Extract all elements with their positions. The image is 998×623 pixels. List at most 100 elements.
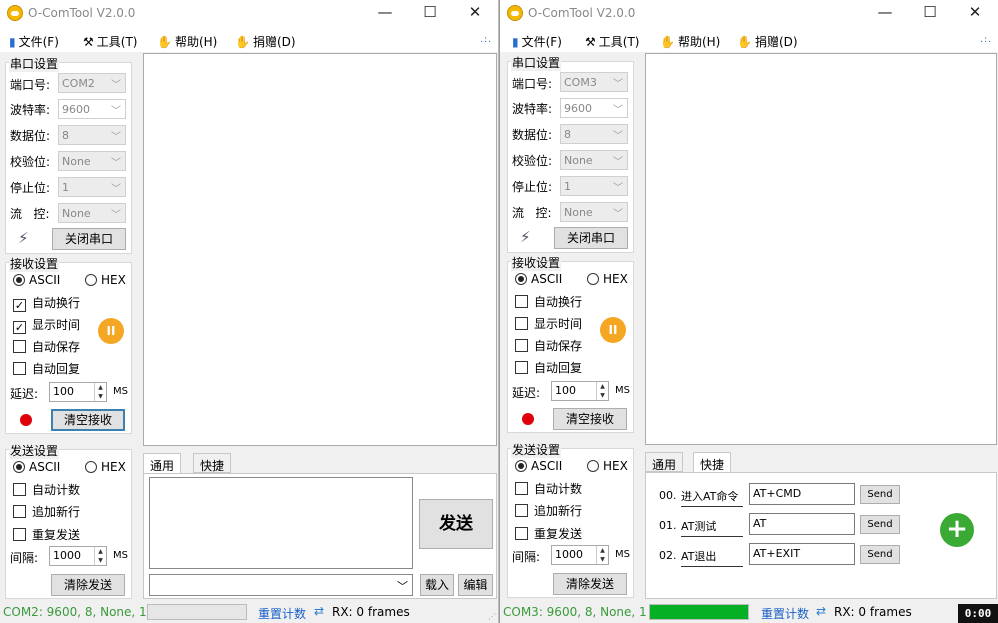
baud-select[interactable]: 9600 ﹀ xyxy=(560,98,628,118)
port-select[interactable]: COM3 ﹀ xyxy=(560,72,628,92)
quick-cmd-input[interactable]: AT xyxy=(749,513,855,535)
menu-help[interactable]: ✋ 帮助(H) xyxy=(157,33,217,50)
send-ascii-radio[interactable]: ASCII xyxy=(13,460,60,474)
tab-general[interactable]: 通用 xyxy=(645,452,684,472)
clear-send-button[interactable]: 清除发送 xyxy=(51,574,125,596)
send-hex-radio[interactable]: HEX xyxy=(85,460,126,474)
group-title: 串口设置 xyxy=(511,54,562,71)
parity-label: 校验位: xyxy=(512,154,553,168)
title-bar: O-ComTool V2.0.0 — ☐ ✕ xyxy=(500,0,998,26)
chevron-down-icon: ﹀ xyxy=(613,131,623,142)
recv-ascii-radio[interactable]: ASCII xyxy=(515,272,562,286)
menu-donate[interactable]: ✋ 捐赠(D) xyxy=(737,33,798,50)
port-select[interactable]: COM2 ﹀ xyxy=(58,73,126,93)
stopbits-label: 停止位: xyxy=(10,181,51,195)
quick-send-button[interactable]: Send xyxy=(860,545,900,564)
parity-select[interactable]: None ﹀ xyxy=(560,150,628,170)
auto-save-checkbox[interactable]: 自动保存 xyxy=(13,338,80,355)
tab-quick[interactable]: 快捷 xyxy=(693,452,732,473)
port-status: COM2: 9600, 8, None, 1 xyxy=(3,605,147,619)
recv-hex-radio[interactable]: HEX xyxy=(587,272,628,286)
quick-send-button[interactable]: Send xyxy=(860,485,900,504)
clear-receive-button[interactable]: 清空接收 xyxy=(553,408,627,430)
stopbits-label: 停止位: xyxy=(512,180,553,194)
send-text-area[interactable] xyxy=(149,477,413,569)
menu-donate[interactable]: ✋ 捐赠(D) xyxy=(235,33,296,50)
menu-tools[interactable]: ⚒ 工具(T) xyxy=(585,33,639,50)
tab-general[interactable]: 通用 xyxy=(143,453,182,474)
resize-grip-icon[interactable]: ⋰ xyxy=(488,612,496,621)
quick-cmd-input[interactable]: AT+CMD xyxy=(749,483,855,505)
stopbits-select[interactable]: 1 ﹀ xyxy=(58,177,126,197)
pause-icon[interactable]: II xyxy=(98,318,124,344)
menu-bar: ▮ 文件(F) ⚒ 工具(T) ✋ 帮助(H) ✋ 捐赠(D) .:. xyxy=(0,26,498,52)
history-select[interactable]: ﹀ xyxy=(149,574,413,596)
close-port-button[interactable]: 关闭串口 xyxy=(52,228,126,250)
interval-spinbox[interactable]: 1000 ▲ ▼ xyxy=(49,546,107,566)
maximize-icon[interactable]: ☐ xyxy=(419,2,441,22)
more-icon[interactable]: .:. xyxy=(980,35,992,45)
delay-unit: MS xyxy=(113,386,128,397)
window-title: O-ComTool V2.0.0 xyxy=(28,6,136,20)
minimize-icon[interactable]: — xyxy=(374,2,396,22)
databits-select[interactable]: 8 ﹀ xyxy=(58,125,126,145)
auto-reply-checkbox[interactable]: 自动回复 xyxy=(515,359,582,376)
auto-save-checkbox[interactable]: 自动保存 xyxy=(515,337,582,354)
repeat-send-checkbox[interactable]: 重复发送 xyxy=(13,526,80,543)
more-icon[interactable]: .:. xyxy=(480,35,492,45)
delay-spinbox[interactable]: 100 ▲ ▼ xyxy=(49,382,107,402)
chevron-down-icon: ﹀ xyxy=(613,79,623,90)
parity-select[interactable]: None ﹀ xyxy=(58,151,126,171)
baud-select[interactable]: 9600 ﹀ xyxy=(58,99,126,119)
maximize-icon[interactable]: ☐ xyxy=(919,2,941,22)
clear-receive-button[interactable]: 清空接收 xyxy=(51,409,125,431)
pause-icon[interactable]: II xyxy=(600,317,626,343)
show-time-checkbox[interactable]: 显示时间 xyxy=(515,315,582,332)
menu-help[interactable]: ✋ 帮助(H) xyxy=(660,33,720,50)
auto-count-checkbox[interactable]: 自动计数 xyxy=(515,480,582,497)
auto-wrap-checkbox[interactable]: 自动换行 xyxy=(515,293,582,310)
clear-send-button[interactable]: 清除发送 xyxy=(553,573,627,595)
append-newline-checkbox[interactable]: 追加新行 xyxy=(515,502,582,519)
reset-count-link[interactable]: 重置计数 xyxy=(258,605,306,622)
reset-count-link[interactable]: 重置计数 xyxy=(761,605,809,622)
auto-reply-checkbox[interactable]: 自动回复 xyxy=(13,360,80,377)
receive-settings-group: 接收设置 ASCII HEX ✓ 自动换行 ✓ 显示时间 自动保存 自动回复 II … xyxy=(5,255,132,434)
flow-select[interactable]: None ﹀ xyxy=(58,203,126,223)
stopbits-select[interactable]: 1 ﹀ xyxy=(560,176,628,196)
load-button[interactable]: 载入 xyxy=(420,574,454,596)
menu-file[interactable]: ▮ 文件(F) xyxy=(9,33,59,50)
send-hex-radio[interactable]: HEX xyxy=(587,459,628,473)
repeat-send-checkbox[interactable]: 重复发送 xyxy=(515,525,582,542)
menu-file[interactable]: ▮ 文件(F) xyxy=(512,33,562,50)
close-icon[interactable]: ✕ xyxy=(964,2,986,22)
recv-hex-radio[interactable]: HEX xyxy=(85,273,126,287)
minimize-icon[interactable]: — xyxy=(874,2,896,22)
add-command-icon[interactable]: + xyxy=(940,513,974,547)
auto-count-checkbox[interactable]: 自动计数 xyxy=(13,481,80,498)
send-ascii-radio[interactable]: ASCII xyxy=(515,459,562,473)
rx-count: RX: 0 frames xyxy=(834,605,912,619)
quick-send-button[interactable]: Send xyxy=(860,515,900,534)
delay-label: 延迟: xyxy=(512,386,541,400)
tab-quick[interactable]: 快捷 xyxy=(193,453,232,473)
delay-unit: MS xyxy=(615,385,630,396)
parity-label: 校验位: xyxy=(10,155,51,169)
show-time-checkbox[interactable]: ✓ 显示时间 xyxy=(13,316,80,334)
close-port-button[interactable]: 关闭串口 xyxy=(554,227,628,249)
recv-ascii-radio[interactable]: ASCII xyxy=(13,273,60,287)
flow-select[interactable]: None ﹀ xyxy=(560,202,628,222)
receive-output-area[interactable] xyxy=(143,53,497,446)
delay-spinbox[interactable]: 100 ▲ ▼ xyxy=(551,381,609,401)
title-bar: O-ComTool V2.0.0 — ☐ ✕ xyxy=(0,0,498,26)
append-newline-checkbox[interactable]: 追加新行 xyxy=(13,503,80,520)
quick-cmd-input[interactable]: AT+EXIT xyxy=(749,543,855,565)
close-icon[interactable]: ✕ xyxy=(464,2,486,22)
databits-select[interactable]: 8 ﹀ xyxy=(560,124,628,144)
menu-tools[interactable]: ⚒ 工具(T) xyxy=(83,33,137,50)
edit-button[interactable]: 编辑 xyxy=(458,574,493,596)
auto-wrap-checkbox[interactable]: ✓ 自动换行 xyxy=(13,294,80,312)
interval-spinbox[interactable]: 1000 ▲ ▼ xyxy=(551,545,609,565)
receive-output-area[interactable] xyxy=(645,53,997,445)
send-button[interactable]: 发送 xyxy=(419,499,493,549)
